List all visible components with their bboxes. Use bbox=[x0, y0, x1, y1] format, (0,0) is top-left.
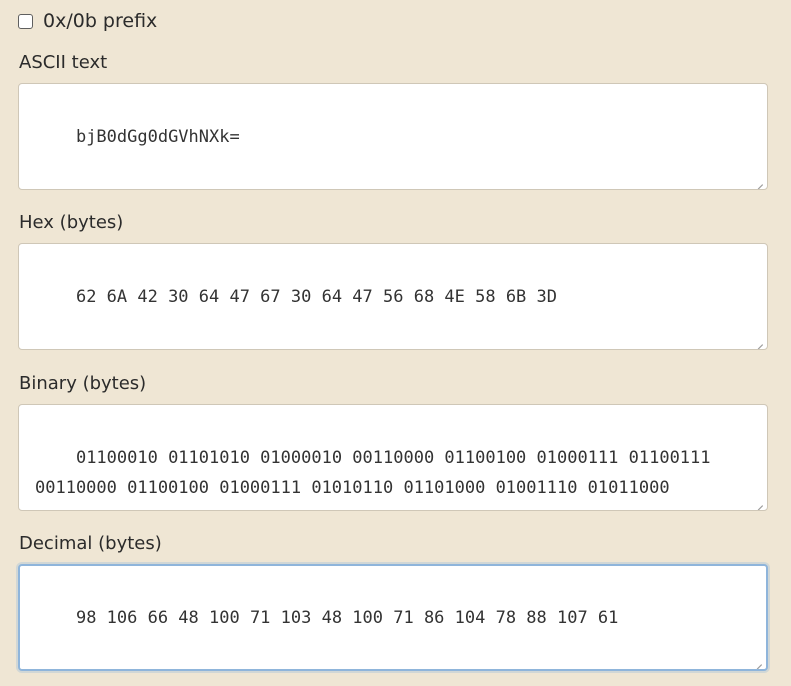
decimal-label: Decimal (bytes) bbox=[19, 533, 162, 554]
decimal-textarea[interactable]: 98 106 66 48 100 71 103 48 100 71 86 104… bbox=[18, 564, 768, 671]
resize-handle-icon[interactable] bbox=[753, 335, 763, 345]
prefix-label: 0x/0b prefix bbox=[43, 9, 158, 32]
binary-label: Binary (bytes) bbox=[19, 373, 147, 394]
prefix-option[interactable]: 0x/0b prefix bbox=[18, 8, 157, 34]
hex-value: 62 6A 42 30 64 47 67 30 64 47 56 68 4E 5… bbox=[75, 287, 557, 307]
ascii-label: ASCII text bbox=[19, 52, 108, 73]
decimal-value: 98 106 66 48 100 71 103 48 100 71 86 104… bbox=[75, 608, 619, 628]
resize-handle-icon[interactable] bbox=[753, 175, 763, 185]
ascii-textarea[interactable]: bjB0dGg0dGVhNXk= bbox=[18, 83, 768, 190]
ascii-value: bjB0dGg0dGVhNXk= bbox=[75, 127, 240, 147]
hex-textarea[interactable]: 62 6A 42 30 64 47 67 30 64 47 56 68 4E 5… bbox=[18, 243, 768, 350]
binary-value: 01100010 01101010 01000010 00110000 0110… bbox=[35, 448, 711, 510]
binary-textarea[interactable]: 01100010 01101010 01000010 00110000 0110… bbox=[18, 404, 768, 511]
converter-panel: 0x/0b prefix ASCII text bjB0dGg0dGVhNXk=… bbox=[0, 0, 791, 686]
hex-label: Hex (bytes) bbox=[19, 212, 124, 233]
resize-handle-icon[interactable] bbox=[753, 496, 763, 506]
resize-handle-icon[interactable] bbox=[752, 655, 762, 665]
prefix-checkbox[interactable] bbox=[18, 13, 33, 29]
text-caret bbox=[36, 669, 37, 671]
